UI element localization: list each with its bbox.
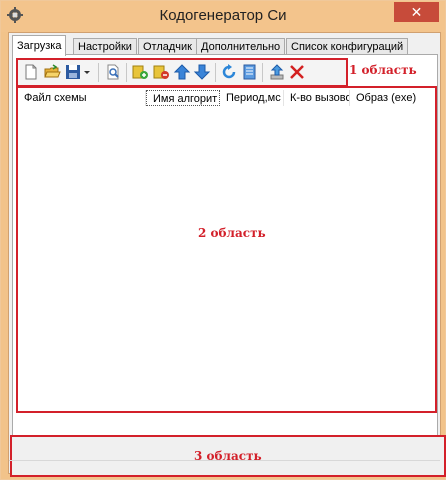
toolbar [16,58,348,87]
toolbar-separator [262,63,263,82]
tab-spisok-konfiguraciy[interactable]: Список конфигураций [286,38,409,55]
toolbar-separator [215,63,216,82]
find-icon[interactable] [104,63,122,81]
save-dropdown-icon[interactable] [82,63,92,81]
script-icon[interactable] [240,63,258,81]
column-header-period[interactable]: Период,мс [220,90,284,106]
tab-otladchik[interactable]: Отладчик [138,38,197,55]
open-folder-icon[interactable] [43,63,61,81]
add-icon[interactable] [131,63,149,81]
column-header-algorithm-name[interactable]: Имя алгорит [146,90,220,106]
toolbar-separator [98,63,99,82]
app-window: Кодогенератор Си ✕ Загрузка Настройки От… [0,0,446,480]
tab-nastroyki[interactable]: Настройки [73,38,137,55]
title-bar: Кодогенератор Си ✕ [1,1,445,32]
annotation-area-1: 1 область [349,63,417,77]
export-icon[interactable] [268,63,286,81]
column-header-call-count[interactable]: К-во вызово [284,90,350,106]
main-client-area: Загрузка Настройки Отладчик Дополнительн… [8,32,446,477]
save-icon[interactable] [64,63,82,81]
move-down-icon[interactable] [193,63,211,81]
remove-icon[interactable] [152,63,170,81]
new-file-icon[interactable] [22,63,40,81]
scheme-list[interactable]: Файл схемы Имя алгорит Период,мс К-во вы… [16,86,437,413]
delete-icon[interactable] [288,63,306,81]
tab-zagruzka[interactable]: Загрузка [12,35,67,56]
window-title: Кодогенератор Си [159,7,287,24]
close-button[interactable]: ✕ [394,2,439,22]
tab-panel-zagruzka: 1 область Файл схемы Имя алгорит Период,… [10,54,446,477]
annotation-area-2: 2 область [198,226,266,240]
column-header-image-exe[interactable]: Образ (exe) [350,90,433,106]
move-up-icon[interactable] [173,63,191,81]
status-bar [9,460,440,474]
column-header-scheme-file[interactable]: Файл схемы [18,90,146,106]
tab-dopolnitelno[interactable]: Дополнительно [196,38,286,55]
toolbar-separator [126,63,127,82]
refresh-icon[interactable] [220,63,238,81]
